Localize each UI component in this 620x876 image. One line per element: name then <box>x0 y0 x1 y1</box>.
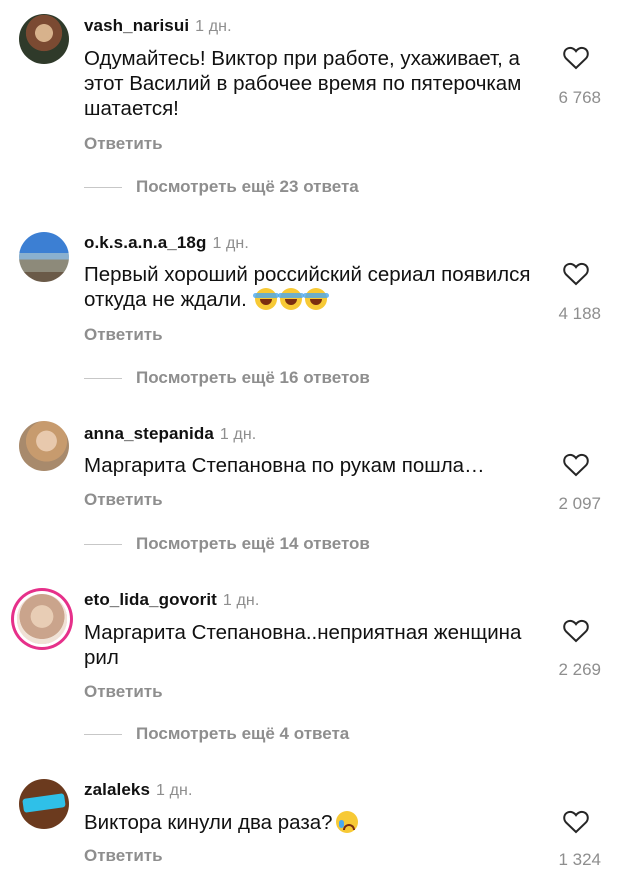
heart-icon[interactable] <box>563 810 589 834</box>
avatar[interactable] <box>19 779 69 829</box>
reply-button[interactable]: Ответить <box>84 490 163 510</box>
comment-text: Маргарита Степановна по рукам пошла… <box>84 454 485 477</box>
view-replies-button[interactable]: Посмотреть ещё 23 ответа <box>84 175 359 199</box>
view-replies-label: Посмотреть ещё 23 ответа <box>136 177 359 196</box>
comment-time: 1 дн. <box>212 235 249 252</box>
view-replies-label: Посмотреть ещё 16 ответов <box>136 368 370 387</box>
avatar[interactable] <box>19 232 69 282</box>
avatar[interactable] <box>19 421 69 471</box>
comment-time: 1 дн. <box>219 426 257 443</box>
view-replies-button[interactable]: Посмотреть ещё 4 ответа <box>84 722 349 746</box>
heart-icon[interactable] <box>563 262 589 286</box>
like-count: 4 188 <box>558 304 601 323</box>
like-count: 2 097 <box>558 494 601 513</box>
reply-button[interactable]: Ответить <box>84 134 163 154</box>
comment-username[interactable]: anna_stepanida 1 дн. <box>84 424 256 444</box>
like-count: 2 269 <box>558 660 601 679</box>
comment-text: Маргарита Степановна..неприятная женщина… <box>84 621 522 669</box>
comment-username[interactable]: vash_narisui 1 дн. <box>84 16 232 36</box>
comment-time: 1 дн. <box>156 782 193 799</box>
divider <box>84 733 122 735</box>
view-replies-button[interactable]: Посмотреть ещё 14 ответов <box>84 532 370 556</box>
face-with-tears-of-joy-icon <box>253 288 280 310</box>
divider <box>84 377 122 379</box>
reply-button[interactable]: Ответить <box>84 682 163 702</box>
reply-button[interactable]: Ответить <box>84 846 163 866</box>
avatar-with-story-ring[interactable] <box>17 594 67 644</box>
heart-icon[interactable] <box>563 46 589 70</box>
comment-username[interactable]: o.k.s.a.n.a_18g 1 дн. <box>84 233 249 253</box>
heart-icon[interactable] <box>563 453 589 477</box>
username-text[interactable]: anna_stepanida <box>84 424 214 443</box>
divider <box>84 543 122 545</box>
view-replies-label: Посмотреть ещё 4 ответа <box>136 724 350 743</box>
face-with-tears-of-joy-icon <box>303 288 330 310</box>
face-with-tears-of-joy-icon <box>278 288 305 310</box>
like-count: 1 324 <box>558 850 601 869</box>
username-text[interactable]: zalaleks <box>84 780 150 799</box>
comment-username[interactable]: zalaleks 1 дн. <box>84 780 193 800</box>
comment-text: Виктора кинули два раза? <box>84 810 539 835</box>
username-text[interactable]: eto_lida_govorit <box>84 590 217 609</box>
heart-icon[interactable] <box>563 619 589 643</box>
comment-text: Одумайтесь! Виктор при работе, ухаживает… <box>84 47 522 120</box>
divider <box>84 186 122 188</box>
avatar-logo <box>22 793 66 813</box>
comment-time: 1 дн. <box>195 18 232 35</box>
comment-username[interactable]: eto_lida_govorit 1 дн. <box>84 590 259 610</box>
reply-button[interactable]: Ответить <box>84 325 163 345</box>
comment-text-body: Виктора кинули два раза? <box>84 811 333 834</box>
comment-time: 1 дн. <box>222 592 260 609</box>
view-replies-label: Посмотреть ещё 14 ответов <box>136 534 370 553</box>
crying-face-icon <box>335 811 358 833</box>
comment-text: Первый хороший российский сериал появилс… <box>84 262 539 312</box>
avatar[interactable] <box>19 14 69 64</box>
view-replies-button[interactable]: Посмотреть ещё 16 ответов <box>84 366 370 390</box>
like-count: 6 768 <box>558 88 601 107</box>
username-text[interactable]: vash_narisui <box>84 16 189 35</box>
username-text[interactable]: o.k.s.a.n.a_18g <box>84 233 206 252</box>
